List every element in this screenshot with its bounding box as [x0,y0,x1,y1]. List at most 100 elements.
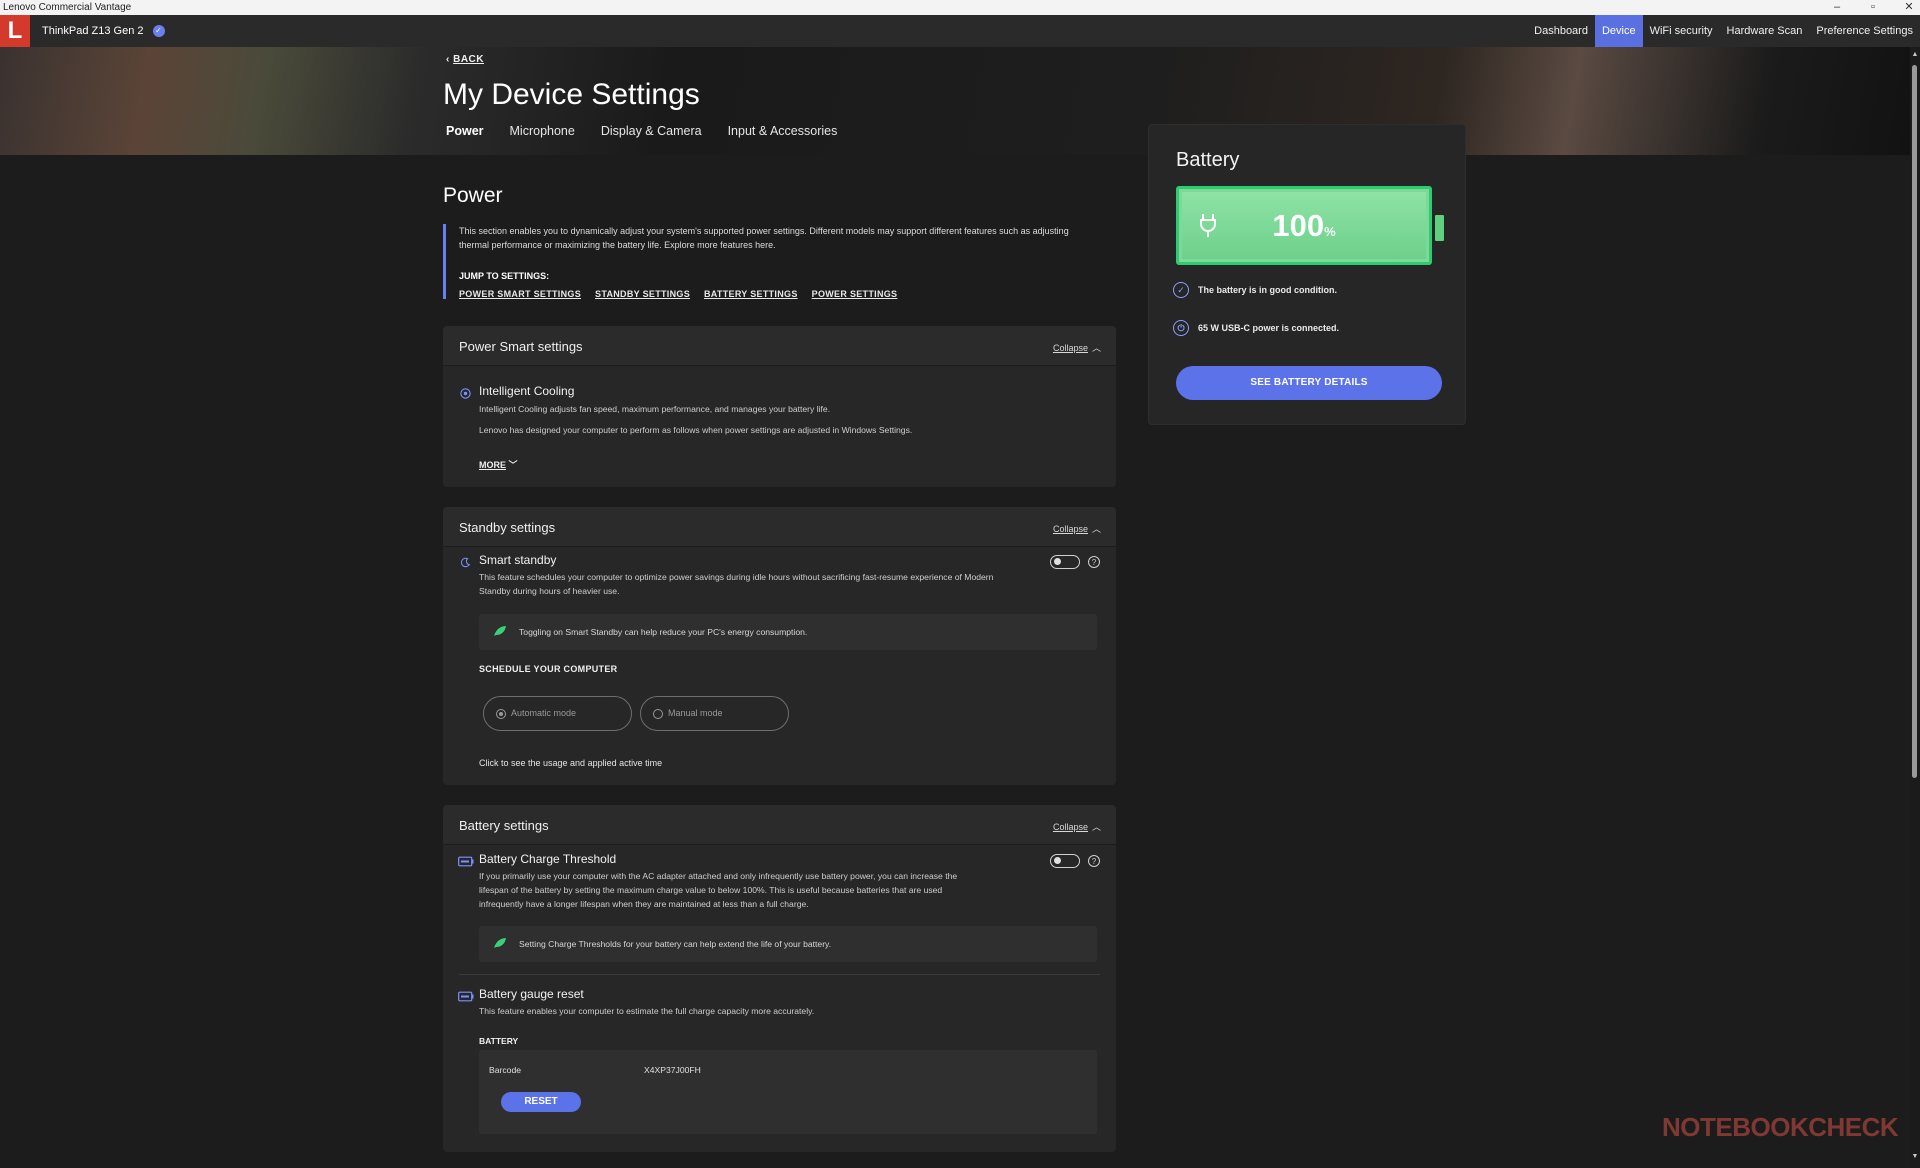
leaf-icon [494,938,506,948]
scroll-up-icon[interactable]: ▲ [1910,51,1920,58]
charge-threshold: Battery Charge Threshold If you primaril… [479,852,979,911]
jump-battery[interactable]: BATTERY SETTINGS [704,289,798,299]
battery-gauge-icon [458,991,474,1002]
jump-power-settings[interactable]: POWER SETTINGS [812,289,898,299]
percent-sign: % [1324,224,1336,239]
power-smart-collapse[interactable]: Collapse ︿ [1053,341,1101,354]
battery-gauge-reset: Battery gauge reset This feature enables… [479,987,979,1018]
plug-circle-icon: ⏻ [1173,320,1189,336]
scroll-down-icon[interactable]: ▼ [1910,1153,1920,1160]
battery-panel-title: Battery [1176,149,1240,171]
standby-tip-text: Toggling on Smart Standby can help reduc… [519,627,808,637]
battery-settings-collapse[interactable]: Collapse ︿ [1053,820,1101,833]
os-window-controls: – ▫ ✕ [1832,0,1914,15]
verified-check-icon: ✓ [152,25,165,37]
divider [459,974,1100,975]
cooling-icon [460,388,471,399]
hero-banner [0,47,1910,155]
battery-gauge-title: Battery gauge reset [479,987,584,1001]
automatic-mode-option[interactable]: Automatic mode [483,696,632,731]
automatic-mode-label: Automatic mode [511,708,577,718]
chevron-up-icon: ︿ [1091,524,1101,534]
manual-mode-label: Manual mode [668,708,723,718]
page-title: My Device Settings [443,78,700,111]
manual-mode-option[interactable]: Manual mode [640,696,789,731]
tab-display-camera[interactable]: Display & Camera [601,124,702,138]
close-button[interactable]: ✕ [1904,0,1914,15]
more-label: MORE [479,460,506,470]
tab-power[interactable]: Power [446,124,484,138]
tab-microphone[interactable]: Microphone [510,124,575,138]
power-intro: This section enables you to dynamically … [443,224,1089,299]
barcode-label: Barcode [489,1065,522,1075]
top-navigation: Dashboard Device WiFi security Hardware … [1527,15,1920,47]
usage-link[interactable]: Click to see the usage and applied activ… [479,758,662,768]
battery-condition-status: ✓ The battery is in good condition. [1173,282,1337,298]
battery-condition-text: The battery is in good condition. [1198,285,1337,295]
nav-preference-settings[interactable]: Preference Settings [1809,15,1920,47]
leaf-icon [494,626,506,636]
smart-standby-toggle[interactable] [1050,555,1080,569]
intelligent-cooling-desc2: Lenovo has designed your computer to per… [479,425,913,435]
nav-wifi-security[interactable]: WiFi security [1643,15,1720,47]
see-battery-details-button[interactable]: SEE BATTERY DETAILS [1176,366,1442,400]
more-link[interactable]: MORE ﹀ [479,458,1079,471]
intelligent-cooling-title: Intelligent Cooling [479,384,575,398]
lenovo-logo: L [0,15,30,47]
jump-standby[interactable]: STANDBY SETTINGS [595,289,690,299]
collapse-label: Collapse [1052,822,1088,832]
threshold-tip-text: Setting Charge Thresholds for your batte… [519,939,832,949]
help-icon[interactable]: ? [1088,556,1100,568]
standby-header: Standby settings Collapse ︿ [443,507,1116,547]
notebookcheck-watermark: NOTEBOOKCHECK [1662,1112,1899,1142]
charge-threshold-title: Battery Charge Threshold [479,852,617,866]
nav-hardware-scan[interactable]: Hardware Scan [1720,15,1810,47]
nav-dashboard[interactable]: Dashboard [1527,15,1595,47]
back-label: BACK [453,54,484,65]
chevron-down-icon: ﹀ [508,460,518,470]
smart-standby: Smart standby This feature schedules you… [479,553,999,598]
chevron-up-icon: ︿ [1091,343,1101,353]
standby-title: Standby settings [459,520,556,535]
battery-panel: Battery 100% ✓ The battery is in good co… [1148,124,1466,425]
help-icon[interactable]: ? [1088,855,1100,867]
battery-percent-value: 100 [1272,208,1325,243]
jump-links: POWER SMART SETTINGS STANDBY SETTINGS BA… [459,289,1089,299]
smart-standby-title: Smart standby [479,553,557,567]
app-bar: L ThinkPad Z13 Gen 2 ✓ Dashboard Device … [0,15,1920,47]
maximize-button[interactable]: ▫ [1868,0,1878,15]
jump-label: JUMP TO SETTINGS: [459,271,550,281]
schedule-label: SCHEDULE YOUR COMPUTER [479,664,618,674]
tab-input-accessories[interactable]: Input & Accessories [728,124,838,138]
power-connected-status: ⏻ 65 W USB-C power is connected. [1173,320,1339,336]
standby-collapse[interactable]: Collapse ︿ [1053,522,1101,535]
back-link[interactable]: ‹ BACK [446,54,484,65]
reset-button[interactable]: RESET [501,1092,581,1112]
battery-settings-card: Battery settings Collapse ︿ Battery Charg… [443,805,1116,1152]
intelligent-cooling: Intelligent Cooling Intelligent Cooling … [479,384,1079,471]
standby-card: Standby settings Collapse ︿ Smart standby… [443,507,1116,785]
smart-standby-desc: This feature schedules your computer to … [479,572,994,596]
battery-settings-title: Battery settings [459,818,549,833]
battery-terminal [1435,215,1444,241]
battery-fill: 100% [1182,192,1426,259]
device-name: ThinkPad Z13 Gen 2 [42,25,144,37]
jump-power-smart[interactable]: POWER SMART SETTINGS [459,289,581,299]
chevron-up-icon: ︿ [1091,822,1101,832]
radio-icon [653,709,663,719]
power-section-title: Power [443,184,503,207]
collapse-label: Collapse [1052,343,1088,353]
power-intro-text: This section enables you to dynamically … [459,226,1069,250]
battery-info-table: Barcode X4XP37J00FH RESET [479,1050,1097,1134]
power-smart-title: Power Smart settings [459,339,583,354]
nav-device[interactable]: Device [1594,15,1643,47]
os-titlebar: Lenovo Commercial Vantage – ▫ ✕ [0,0,1920,15]
os-window-title: Lenovo Commercial Vantage [3,2,132,13]
charge-threshold-toggle[interactable] [1050,854,1080,868]
battery-level-gauge: 100% [1176,186,1432,265]
collapse-label: Collapse [1052,524,1088,534]
scroll-thumb[interactable] [1912,65,1917,778]
scrollbar[interactable]: ▲ ▼ [1910,47,1920,1168]
minimize-button[interactable]: – [1832,0,1842,15]
standby-tip: Toggling on Smart Standby can help reduc… [479,614,1097,650]
